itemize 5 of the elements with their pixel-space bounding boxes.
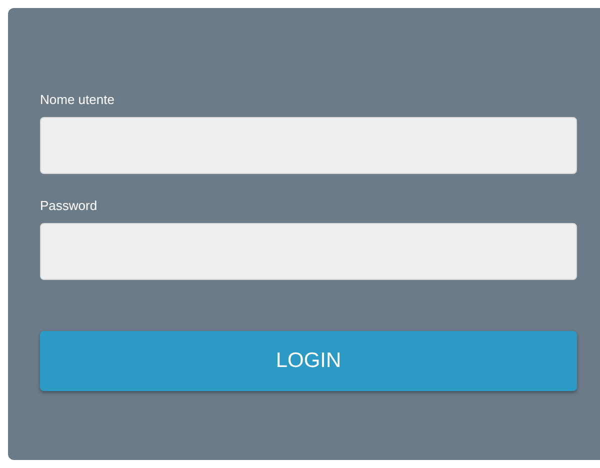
input-field[interactable]	[40, 223, 577, 280]
field-label: Password	[40, 198, 98, 214]
login-button[interactable]: LOGIN	[40, 331, 577, 391]
field-label: Nome utente	[40, 92, 114, 108]
input-field[interactable]	[40, 117, 577, 174]
